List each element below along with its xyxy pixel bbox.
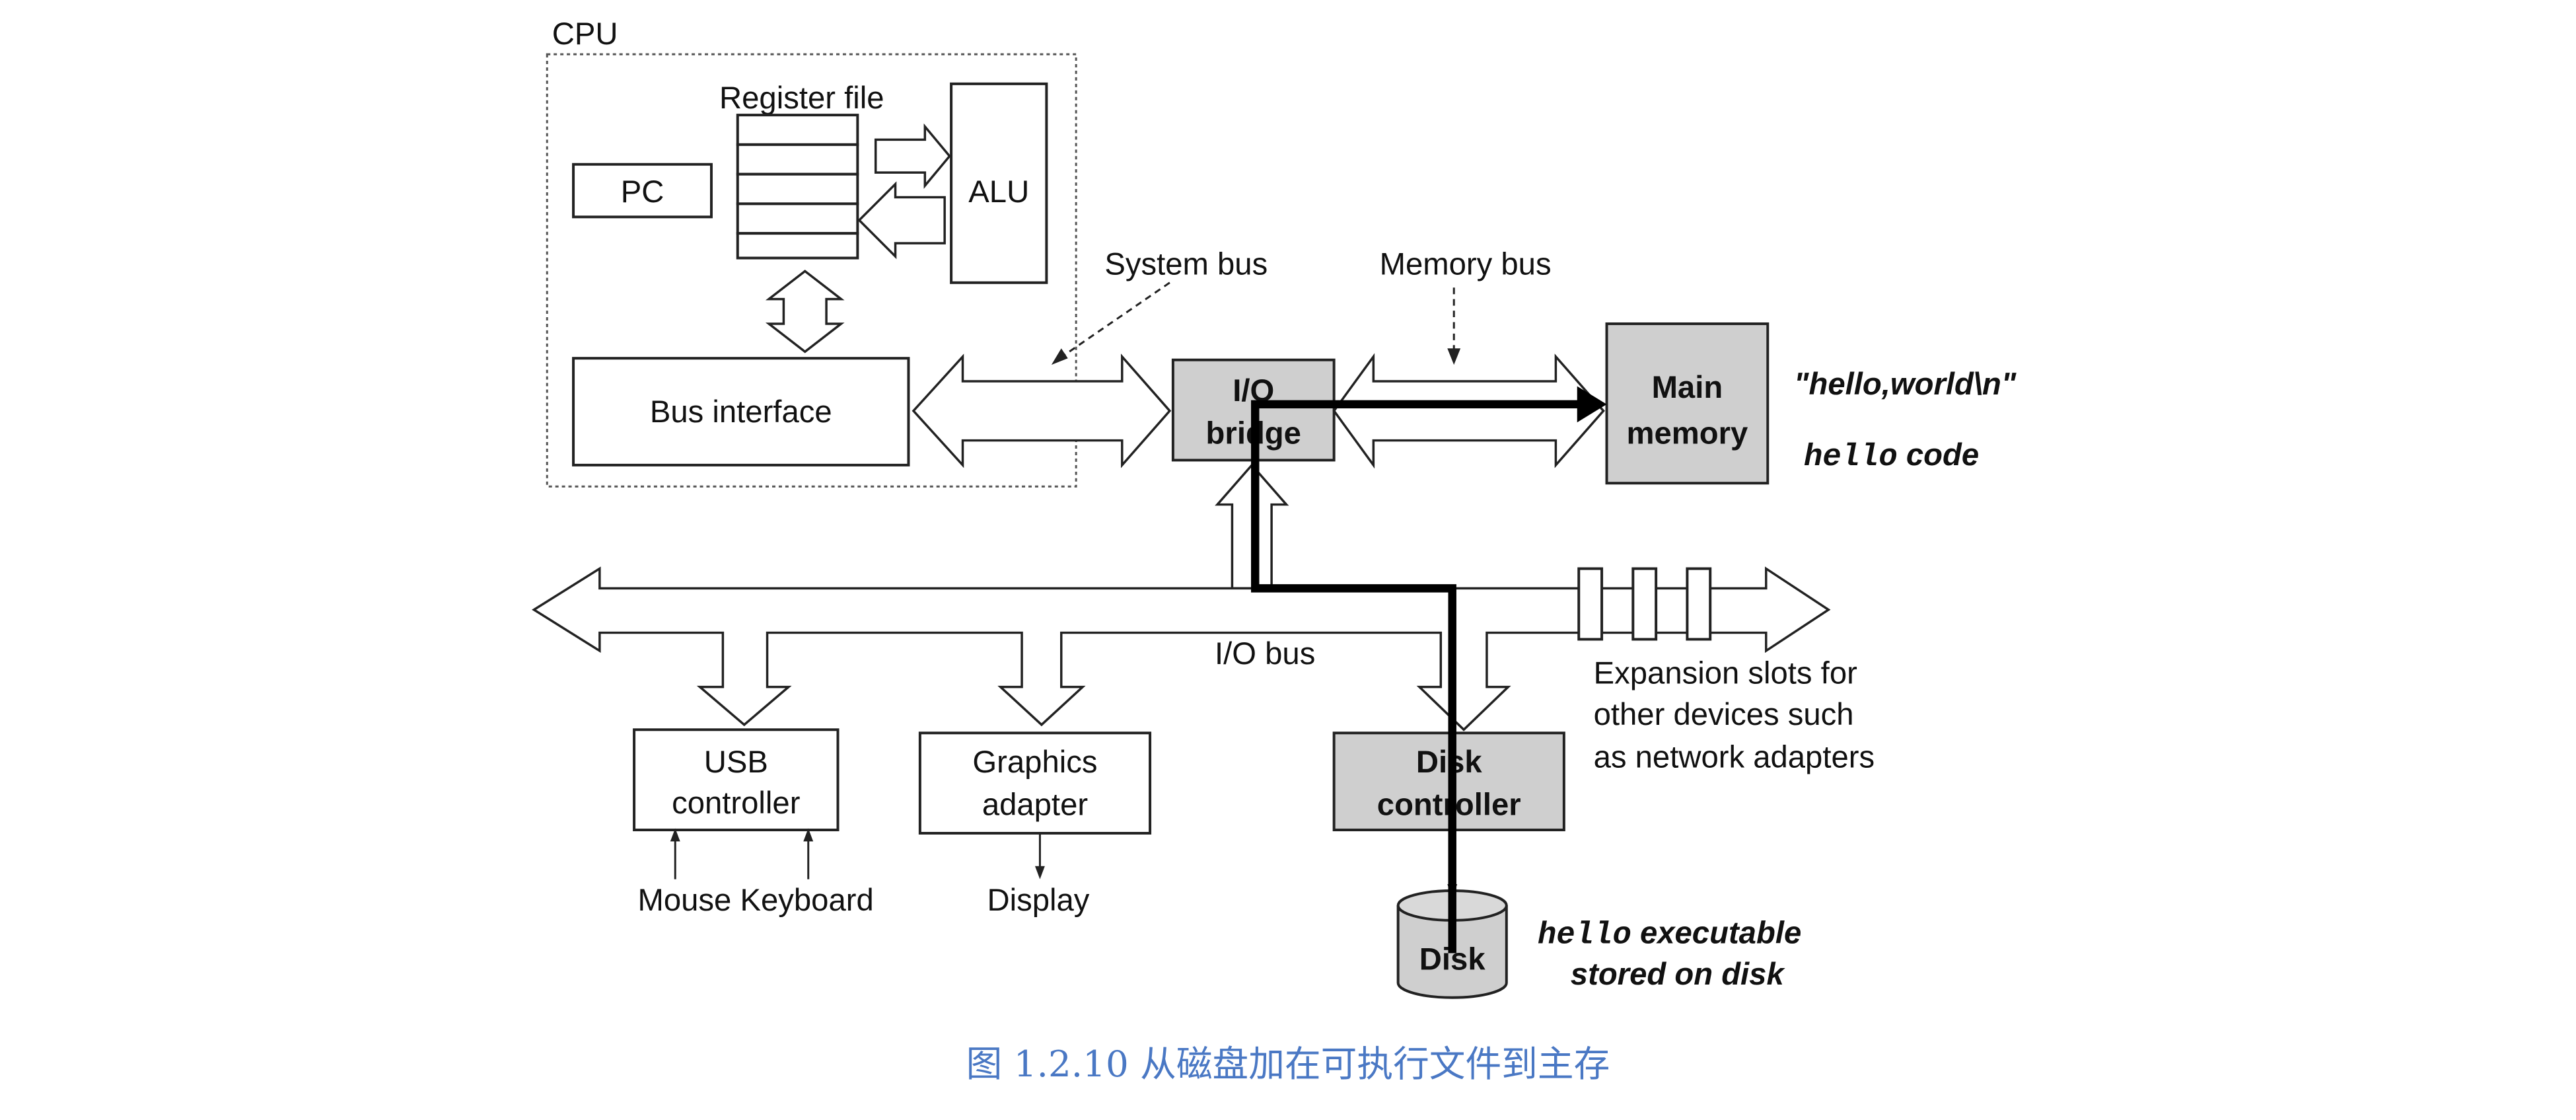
graphics-label-1: Graphics: [972, 745, 1097, 780]
hello-code-label: hello code: [1804, 437, 1979, 475]
register-file: [736, 114, 859, 260]
system-bus-pointer-head: [1051, 348, 1068, 365]
main-memory-label-2: memory: [1626, 416, 1748, 451]
register-file-label: Register file: [719, 81, 884, 116]
expansion-slot: [1577, 567, 1604, 641]
memory-bus-label: Memory bus: [1380, 246, 1552, 281]
register-to-alu-arrow: [874, 123, 951, 189]
display-label: Display: [987, 883, 1089, 918]
memory-bus-arrow: [1332, 353, 1605, 469]
pc-label: PC: [621, 174, 664, 209]
stored-on-disk-label: stored on disk: [1571, 957, 1786, 992]
load-data-path: [1251, 400, 1581, 953]
memory-bus-pointer-head: [1447, 348, 1461, 365]
expansion-label-3: as network adapters: [1594, 740, 1875, 775]
hello-world-string: "hello,world\n": [1794, 367, 2017, 402]
hello-executable-label: hello executable: [1538, 916, 1801, 953]
graphics-label-2: adapter: [982, 788, 1088, 823]
io-bus-label: I/O bus: [1215, 636, 1315, 671]
figure-caption: 图 1.2.10 从磁盘加在可执行文件到主存: [966, 1043, 1610, 1085]
expansion-label-2: other devices such: [1594, 697, 1854, 732]
bus-interface-label: Bus interface: [650, 394, 832, 429]
system-bus-label: System bus: [1104, 246, 1268, 281]
usb-label-1: USB: [704, 745, 768, 780]
diagram-figure: CPU Register file PC ALU Bus interface S…: [0, 0, 2576, 1120]
expansion-slot: [1686, 567, 1712, 641]
register-bus-double-arrow: [765, 270, 845, 354]
main-memory-label-1: Main: [1652, 370, 1723, 405]
expansion-label-1: Expansion slots for: [1594, 656, 1857, 691]
display-arrow-head: [1034, 866, 1045, 879]
expansion-slot: [1631, 567, 1658, 641]
alu-label: ALU: [968, 174, 1029, 209]
system-bus-arrow: [912, 354, 1172, 468]
alu-to-register-arrow: [857, 181, 946, 260]
hardware-diagram: CPU Register file PC ALU Bus interface S…: [532, 17, 2017, 1085]
cpu-label: CPU: [552, 17, 618, 52]
peripheral-arrows: [674, 833, 1041, 879]
mouse-keyboard-label: Mouse Keyboard: [638, 883, 874, 918]
usb-label-2: controller: [672, 786, 800, 821]
